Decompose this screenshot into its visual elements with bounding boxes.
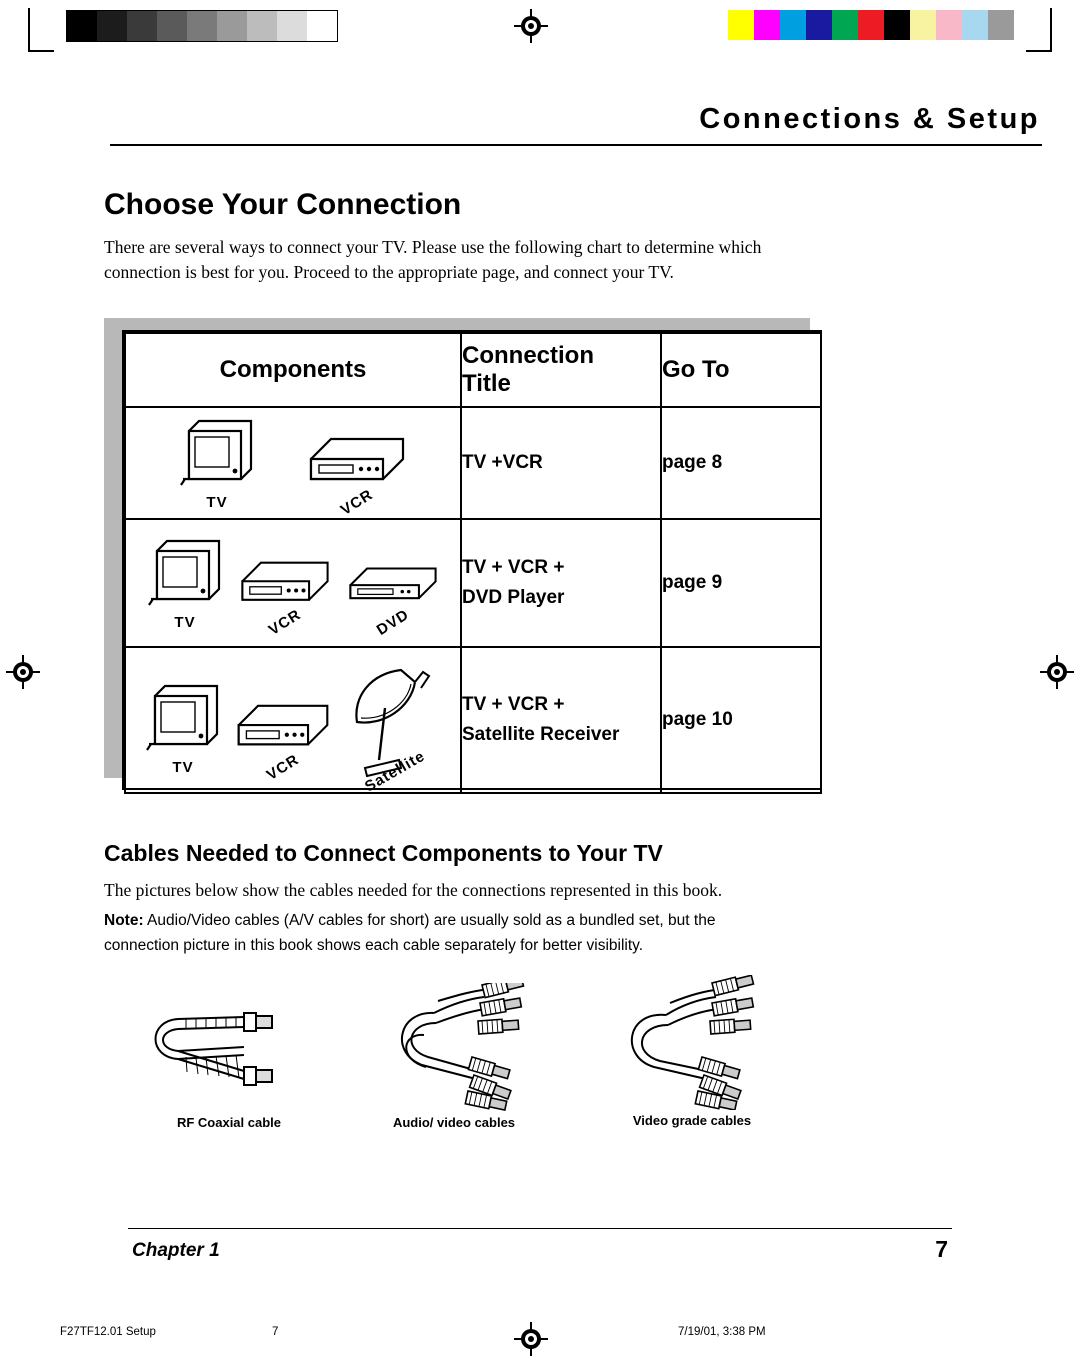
note-label: Note:: [104, 912, 144, 929]
cable-caption-1: Audio/ video cables: [392, 1115, 516, 1130]
doc-id: F27TF12.01 Setup: [60, 1326, 156, 1338]
table-header-row: Components Connection Title Go To: [124, 332, 822, 408]
table-row: TV VCR: [124, 518, 822, 648]
page-number: 7: [935, 1236, 948, 1262]
row3-connection-title: TV + VCR + Satellite Receiver: [460, 646, 662, 794]
tv-icon-label: TV: [172, 759, 194, 776]
row2-connection-title: TV + VCR + DVD Player: [460, 518, 662, 648]
header-divider: [110, 144, 1042, 146]
row1-connection-title: TV +VCR: [460, 406, 662, 520]
row1-components-cell: TV VCR: [124, 406, 462, 520]
dvd-icon: DVD: [343, 561, 443, 639]
table-header-connection-line1: Connection: [462, 342, 594, 369]
page-title: Choose Your Connection: [104, 188, 462, 221]
cables-paragraph: The pictures below show the cables neede…: [104, 880, 723, 900]
section-title-cables: Cables Needed to Connect Components to Y…: [104, 840, 663, 866]
footer-divider: [128, 1228, 952, 1229]
audio-video-cables-illustration: [372, 976, 552, 1118]
note-text: Audio/Video cables (A/V cables for short…: [104, 912, 716, 954]
row2-title-line1: TV + VCR +: [462, 557, 565, 578]
row3-title-line2: Satellite Receiver: [462, 724, 620, 745]
table-header-components: Components: [124, 332, 462, 408]
note-block: Note: Audio/Video cables (A/V cables for…: [104, 908, 784, 958]
manual-page: Connections & Setup Choose Your Connecti…: [0, 0, 1080, 1367]
vcr-icon: VCR: [231, 696, 335, 784]
tv-icon: TV: [143, 535, 227, 631]
vcr-icon: VCR: [303, 429, 411, 519]
table-row: TV VCR: [124, 406, 822, 520]
row3-components-cell: TV VCR Satellite: [124, 646, 462, 795]
video-grade-cables-illustration: [600, 974, 780, 1115]
cable-caption-2: Video grade cables: [632, 1113, 752, 1128]
cable-caption-0: RF Coaxial cable: [176, 1115, 282, 1130]
row2-components-cell: TV VCR DVD: [124, 518, 462, 648]
tv-icon-label: TV: [174, 614, 196, 631]
doc-timestamp: 7/19/01, 3:38 PM: [678, 1326, 766, 1338]
tv-icon-label: TV: [206, 494, 228, 511]
rf-coaxial-cable-illustration: [140, 995, 290, 1110]
table-header-goto-label: Go To: [662, 356, 730, 383]
tv-icon: TV: [175, 415, 259, 511]
chapter-label: Chapter 1: [132, 1240, 220, 1261]
doc-page: 7: [272, 1326, 279, 1338]
intro-paragraph: There are several ways to connect your T…: [104, 237, 762, 282]
row1-goto: page 8: [660, 406, 822, 520]
row3-title-line1: TV + VCR +: [462, 694, 565, 715]
table-header-connection-line2: Title: [462, 370, 511, 397]
cable-illustrations: RF Coaxial cable Audio/ video cables Vid…: [104, 974, 804, 1135]
row2-goto: page 9: [660, 518, 822, 648]
document-footer: F27TF12.01 Setup 7 7/19/01, 3:38 PM: [0, 1326, 1080, 1350]
connection-chart: Components Connection Title Go To TV VCR…: [122, 330, 822, 795]
table-row: TV VCR: [124, 646, 822, 795]
satellite-dish-icon: Satellite: [341, 664, 445, 795]
table-header-connection-title: Connection Title: [460, 332, 662, 408]
table-header-goto: Go To: [660, 332, 822, 408]
vcr-icon: VCR: [235, 553, 335, 639]
tv-icon: TV: [141, 680, 225, 776]
row1-title-line1: TV +VCR: [462, 452, 543, 473]
row3-goto: page 10: [660, 646, 822, 794]
page-header-title: Connections & Setup: [699, 103, 1040, 135]
row2-title-line2: DVD Player: [462, 587, 565, 608]
